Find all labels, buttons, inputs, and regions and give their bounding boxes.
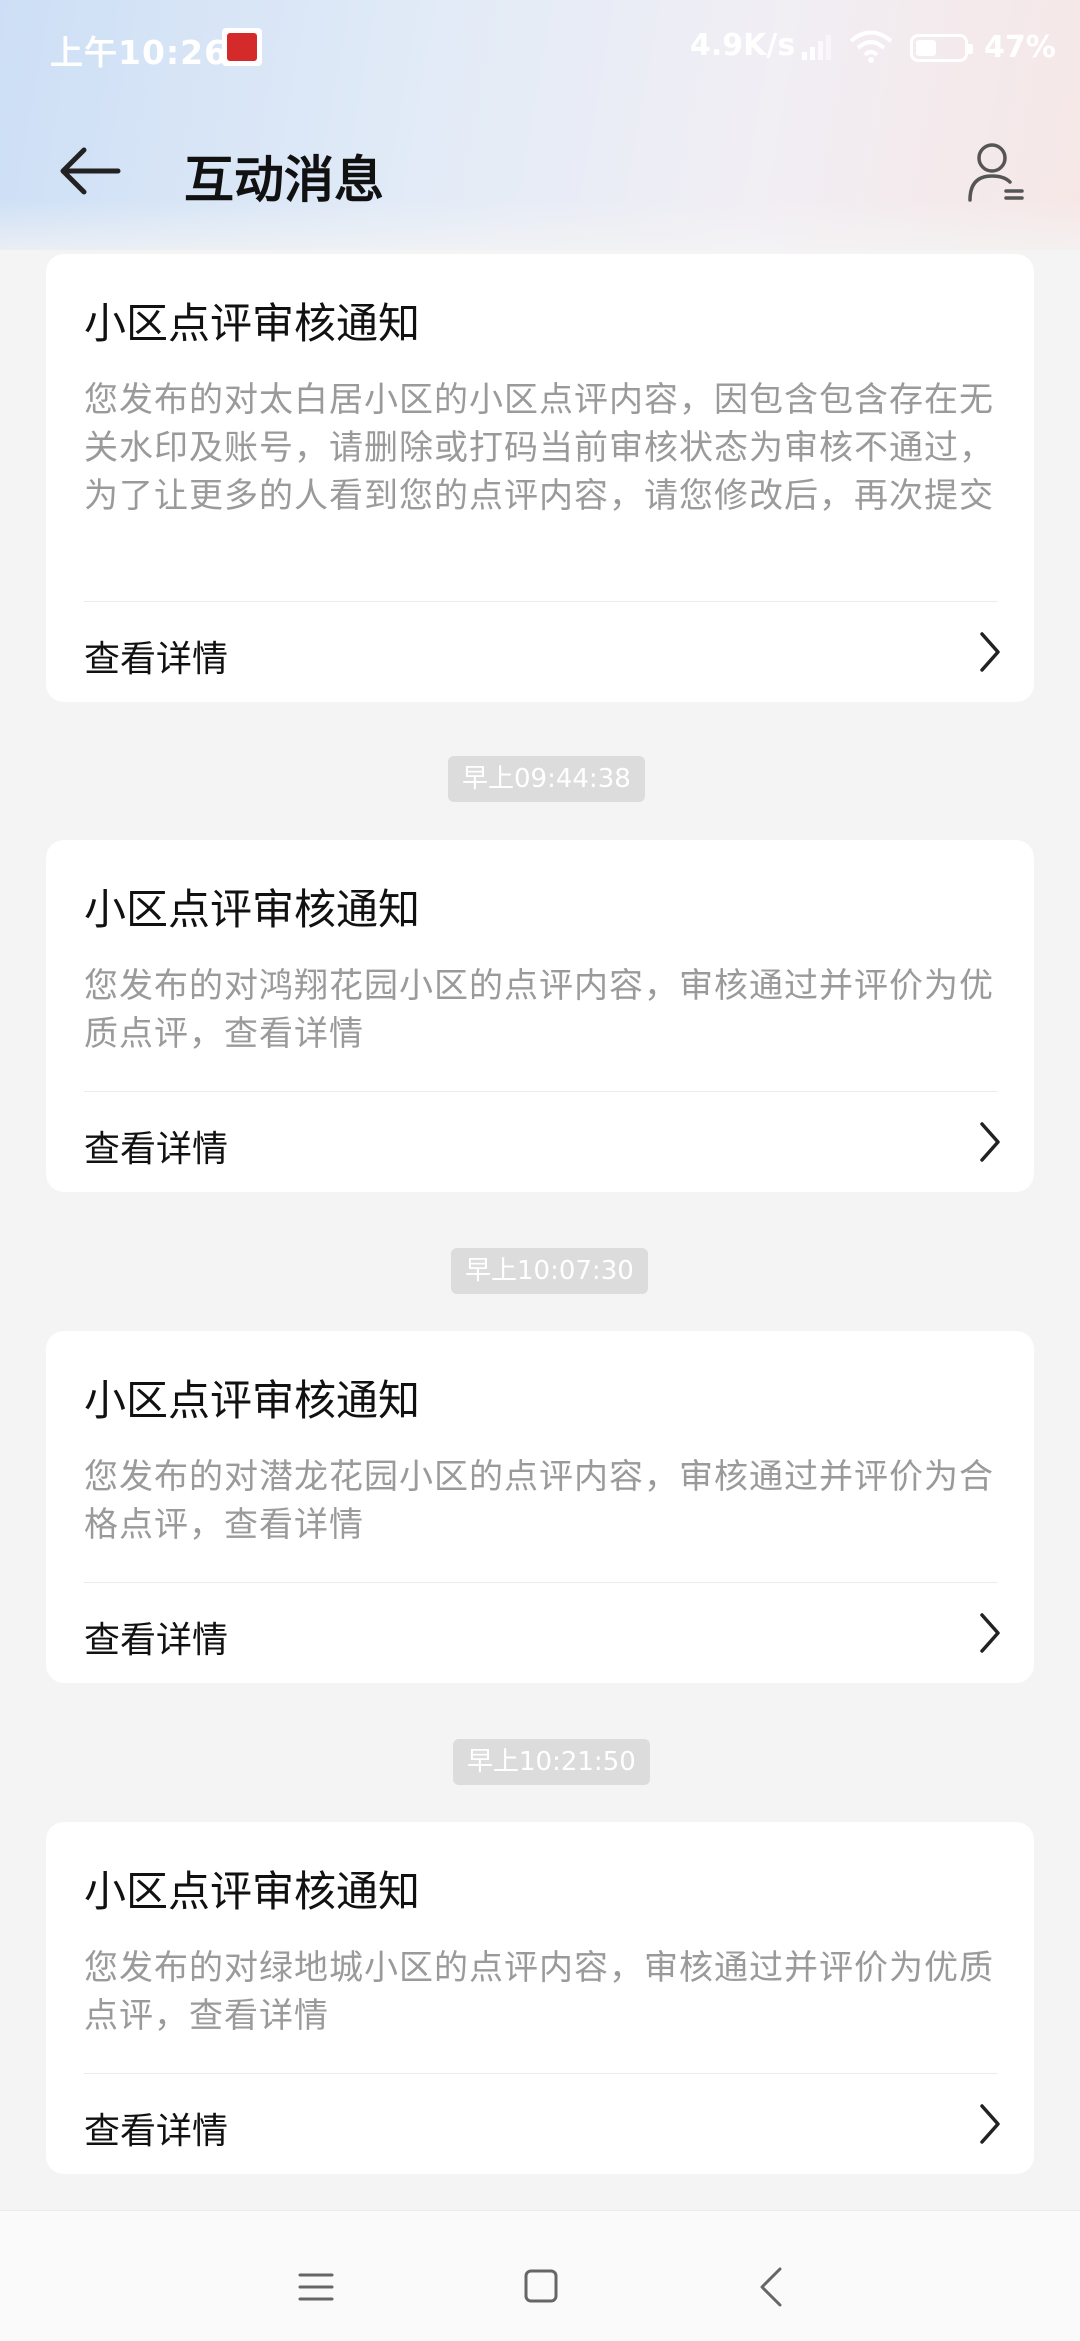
app-notification-icon <box>222 28 262 66</box>
back-arrow-icon[interactable] <box>56 138 126 204</box>
page-title: 互动消息 <box>184 151 384 209</box>
home-square-icon[interactable] <box>522 2267 560 2305</box>
battery-icon <box>910 34 973 62</box>
user-list-icon[interactable] <box>966 140 1026 204</box>
divider <box>84 1091 998 1092</box>
message-timestamp: 早上10:07:30 <box>451 1248 648 1294</box>
view-details-label: 查看详情 <box>84 639 229 680</box>
message-card: 小区点评审核通知 您发布的对太白居小区的小区点评内容，因包含包含存在无关水印及账… <box>46 254 1034 702</box>
message-title: 小区点评审核通知 <box>84 1376 421 1425</box>
status-time: 上午10:26 <box>50 33 229 72</box>
view-details-button[interactable]: 查看详情 <box>46 1094 1034 1184</box>
divider <box>84 2073 998 2074</box>
chevron-right-icon <box>980 1613 1000 1653</box>
message-title: 小区点评审核通知 <box>84 1867 421 1916</box>
view-details-button[interactable]: 查看详情 <box>46 1585 1034 1675</box>
status-bar: 上午10:26 4.9K/s 47% <box>0 0 1080 96</box>
menu-icon[interactable] <box>296 2267 336 2307</box>
chevron-right-icon <box>980 1122 1000 1162</box>
message-card: 小区点评审核通知 您发布的对潜龙花园小区的点评内容，审核通过并评价为合格点评，查… <box>46 1331 1034 1683</box>
back-triangle-icon[interactable] <box>756 2265 786 2309</box>
message-title: 小区点评审核通知 <box>84 885 421 934</box>
message-timestamp: 早上10:21:50 <box>453 1739 650 1785</box>
battery-percent: 47% <box>984 30 1056 65</box>
view-details-button[interactable]: 查看详情 <box>46 604 1034 694</box>
signal-icon <box>802 35 831 60</box>
wifi-icon <box>849 30 893 63</box>
network-speed: 4.9K/s <box>690 28 796 63</box>
view-details-button[interactable]: 查看详情 <box>46 2076 1034 2166</box>
message-card: 小区点评审核通知 您发布的对鸿翔花园小区的点评内容，审核通过并评价为优质点评，查… <box>46 840 1034 1192</box>
message-body: 您发布的对潜龙花园小区的点评内容，审核通过并评价为合格点评，查看详情 <box>84 1457 994 1545</box>
message-title: 小区点评审核通知 <box>84 299 421 348</box>
view-details-label: 查看详情 <box>84 1129 229 1170</box>
system-nav-bar <box>0 2210 1080 2341</box>
divider <box>84 1582 998 1583</box>
divider <box>84 601 998 602</box>
chevron-right-icon <box>980 632 1000 672</box>
view-details-label: 查看详情 <box>84 2111 229 2152</box>
message-body: 您发布的对鸿翔花园小区的点评内容，审核通过并评价为优质点评，查看详情 <box>84 966 994 1054</box>
message-timestamp: 早上09:44:38 <box>448 756 645 802</box>
message-body: 您发布的对太白居小区的小区点评内容，因包含包含存在无关水印及账号，请删除或打码当… <box>84 380 994 516</box>
message-body: 您发布的对绿地城小区的点评内容，审核通过并评价为优质点评，查看详情 <box>84 1948 994 2036</box>
message-card: 小区点评审核通知 您发布的对绿地城小区的点评内容，审核通过并评价为优质点评，查看… <box>46 1822 1034 2174</box>
view-details-label: 查看详情 <box>84 1620 229 1661</box>
chevron-right-icon <box>980 2104 1000 2144</box>
